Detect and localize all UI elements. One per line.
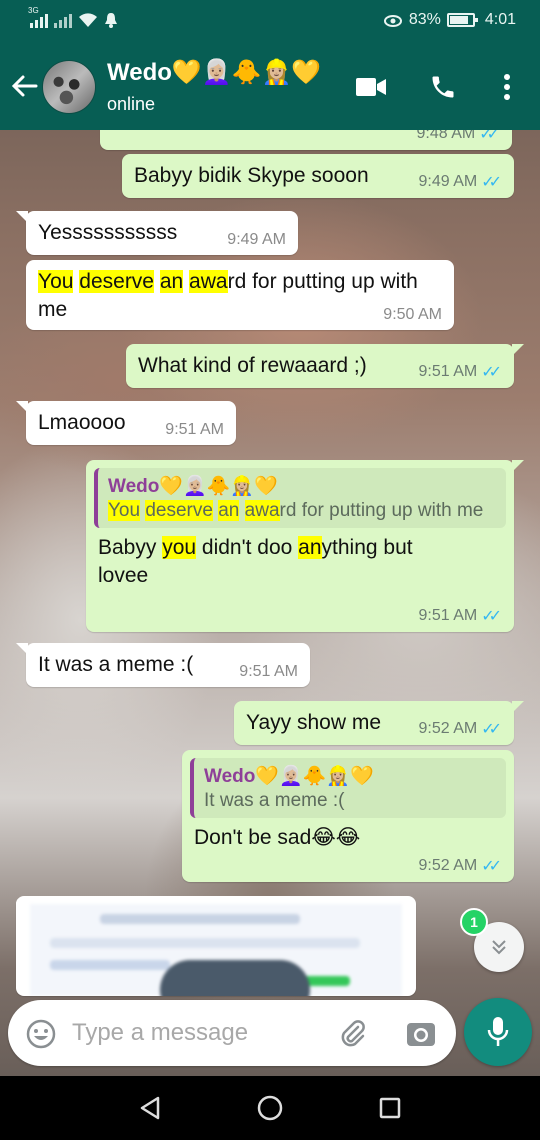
video-call-icon[interactable] [354, 70, 388, 104]
search-highlight: You [108, 500, 141, 521]
mic-button[interactable] [464, 998, 532, 1066]
message-meta: 9:51 AM [165, 421, 224, 439]
read-ticks-icon: ✓✓ [481, 858, 502, 875]
nav-home-icon[interactable] [254, 1092, 286, 1124]
message-text: Babyy bidik Skype sooon [134, 164, 369, 187]
search-highlight: an [159, 270, 184, 293]
message-meta: 9:51 AM [239, 663, 298, 681]
text-segment [154, 270, 160, 293]
text-segment [239, 500, 244, 521]
message-time: 9:49 AM [418, 173, 478, 190]
quoted-message[interactable]: Wedo💛👩🏼‍🦳🐥👷🏼‍♀️💛 You deserve an award fo… [94, 468, 506, 528]
camera-icon[interactable] [404, 1017, 438, 1051]
message-time: 9:52 AM [418, 857, 478, 874]
message-time: 9:51 AM [165, 421, 224, 438]
notification-bell-icon [105, 13, 117, 28]
unread-badge: 1 [460, 908, 488, 936]
read-ticks-icon: ✓✓ [481, 721, 502, 738]
read-ticks-icon: ✓✓ [481, 364, 502, 381]
message-time: 9:52 AM [418, 720, 478, 737]
message-bubble-outgoing[interactable]: Wedo💛👩🏼‍🦳🐥👷🏼‍♀️💛 You deserve an award fo… [86, 460, 524, 632]
message-composer [8, 1000, 456, 1066]
chat-header-content: Wedo💛👩🏼‍🦳🐥👷🏼‍♀️💛 online [0, 44, 540, 130]
quoted-message[interactable]: Wedo💛👩🏼‍🦳🐥👷🏼‍♀️💛 It was a meme :( [190, 758, 506, 818]
quoted-text: It was a meme :( [204, 790, 345, 811]
message-time: 9:51 AM [418, 607, 478, 624]
search-highlight: deserve [145, 500, 213, 521]
link-preview-card[interactable] [16, 896, 416, 996]
clock: 4:01 [484, 11, 516, 28]
message-text: Don't be sad😂😂 [194, 826, 361, 849]
paperclip-icon[interactable] [336, 1017, 370, 1051]
message-text: You deserve an award for putting up with… [38, 268, 438, 324]
nav-recents-icon[interactable] [374, 1092, 406, 1124]
cell-signal-icon: 3G [28, 6, 48, 28]
preview-image [30, 904, 402, 996]
status-bar-left: 3G [28, 6, 118, 28]
text-segment: rd for putting up with me [279, 500, 484, 521]
quoted-author: Wedo💛👩🏼‍🦳🐥👷🏼‍♀️💛 [204, 766, 374, 787]
message-meta: 9:51 AM ✓✓ [418, 606, 502, 626]
status-bar: 3G 83% 4:01 [0, 0, 540, 44]
search-highlight: You [38, 270, 74, 293]
message-time: 9:51 AM [239, 663, 298, 680]
message-meta: 9:52 AM ✓✓ [418, 719, 502, 739]
system-nav-bar [0, 1076, 540, 1140]
message-text: Yesssssssssss [38, 221, 178, 244]
message-bubble-incoming[interactable]: Yesssssssssss 9:49 AM [16, 211, 298, 255]
battery-percent: 83% [408, 11, 441, 28]
message-bubble-incoming[interactable]: You deserve an award for putting up with… [26, 260, 454, 330]
message-text: What kind of rewaaard ;) [138, 354, 367, 377]
message-meta: 9:50 AM [383, 306, 442, 324]
status-bar-right: 83% 4:01 [383, 11, 516, 29]
read-ticks-icon: ✓✓ [481, 174, 502, 191]
avatar[interactable] [42, 60, 96, 114]
message-time: 9:49 AM [227, 231, 286, 248]
network-type: 3G [28, 6, 39, 15]
search-highlight: awa [244, 500, 280, 521]
message-meta: 9:51 AM ✓✓ [418, 362, 502, 382]
message-text: Babyy you didn't doo anything but lovee [94, 534, 434, 590]
text-segment: didn't doo [196, 536, 299, 559]
arrow-left-icon[interactable] [10, 72, 38, 100]
message-bubble-incoming[interactable]: It was a meme :( 9:51 AM [16, 643, 310, 687]
search-highlight: an [218, 500, 240, 521]
wifi-icon [79, 13, 97, 27]
message-meta: 9:52 AM ✓✓ [418, 856, 502, 876]
message-meta: 9:49 AM ✓✓ [418, 172, 502, 192]
mic-icon [487, 1017, 509, 1046]
search-highlight: you [162, 536, 197, 559]
message-bubble-outgoing[interactable]: What kind of rewaaard ;) 9:51 AM ✓✓ [126, 344, 524, 388]
search-highlight: awa [189, 270, 228, 293]
message-text: It was a meme :( [38, 653, 194, 676]
cell-signal-2-icon [54, 12, 72, 28]
message-bubble-outgoing[interactable]: Yayy show me 9:52 AM ✓✓ [234, 701, 524, 745]
more-vert-icon[interactable] [490, 70, 524, 104]
search-highlight: deserve [79, 270, 154, 293]
quoted-text: You deserve an award for putting up with… [108, 500, 496, 522]
message-text: Lmaoooo [38, 411, 126, 434]
message-time: 9:50 AM [383, 306, 442, 323]
read-ticks-icon: ✓✓ [481, 608, 502, 625]
message-bubble-outgoing[interactable]: Wedo💛👩🏼‍🦳🐥👷🏼‍♀️💛 It was a meme :( Don't … [182, 750, 514, 882]
nav-back-icon[interactable] [134, 1092, 166, 1124]
text-segment: Babyy [98, 536, 163, 559]
search-highlight: an [298, 536, 322, 559]
contact-status: online [107, 94, 156, 114]
eye-comfort-icon [383, 15, 402, 27]
emoji-icon[interactable] [24, 1017, 58, 1051]
contact-name[interactable]: Wedo💛👩🏼‍🦳🐥👷🏼‍♀️💛 [107, 58, 321, 87]
message-bubble-outgoing[interactable]: Babyy bidik Skype sooon 9:49 AM ✓✓ [122, 154, 514, 198]
battery-icon [446, 13, 478, 27]
quoted-author: Wedo💛👩🏼‍🦳🐥👷🏼‍♀️💛 [108, 476, 278, 497]
message-text: Yayy show me [246, 711, 381, 734]
message-meta: 9:49 AM [227, 231, 286, 249]
message-bubble-incoming[interactable]: Lmaoooo 9:51 AM [16, 401, 236, 445]
message-time: 9:51 AM [418, 363, 478, 380]
phone-icon[interactable] [426, 70, 460, 104]
message-input[interactable] [72, 1019, 312, 1047]
double-chevron-down-icon [492, 940, 506, 955]
